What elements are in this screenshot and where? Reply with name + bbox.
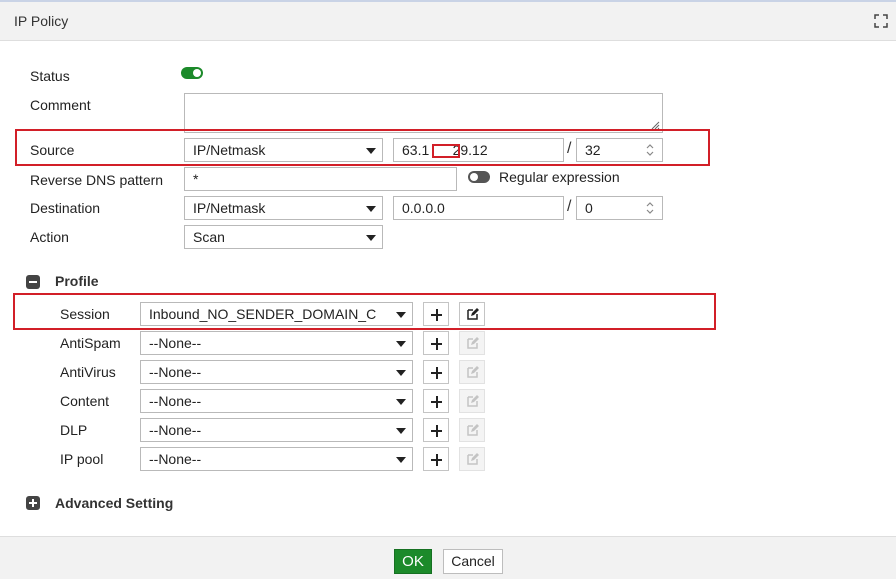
plus-icon: [435, 425, 438, 437]
destination-type-value: IP/Netmask: [193, 200, 266, 216]
profile-row-select[interactable]: --None--: [140, 360, 413, 384]
plus-icon: [435, 367, 438, 379]
edit-icon: [467, 337, 479, 349]
profile-row-select[interactable]: --None--: [140, 389, 413, 413]
status-label: Status: [30, 68, 70, 84]
destination-slash: /: [567, 198, 572, 215]
regex-toggle[interactable]: [468, 171, 490, 183]
edit-icon: [467, 453, 479, 465]
profile-row-label: AntiSpam: [60, 335, 121, 351]
edit-button[interactable]: [459, 447, 485, 471]
chevron-down-icon: [396, 428, 406, 434]
reverse-dns-label: Reverse DNS pattern: [30, 172, 164, 188]
profile-row-select[interactable]: --None--: [140, 331, 413, 355]
chevron-down-icon: [396, 341, 406, 347]
destination-label: Destination: [30, 200, 101, 216]
cancel-button[interactable]: Cancel: [443, 549, 503, 574]
edit-button[interactable]: [459, 418, 485, 442]
profile-row-value: --None--: [149, 364, 202, 380]
add-button[interactable]: [423, 418, 449, 442]
edit-button[interactable]: [459, 360, 485, 384]
ok-button[interactable]: OK: [394, 549, 432, 574]
add-button[interactable]: [423, 447, 449, 471]
regex-label: Regular expression: [499, 169, 620, 185]
chevron-down-icon: [366, 206, 376, 212]
dialog-title: IP Policy: [14, 13, 69, 29]
chevron-down-icon: [396, 457, 406, 463]
profile-row-value: --None--: [149, 451, 202, 467]
add-button[interactable]: [423, 360, 449, 384]
chevron-down-icon: [366, 235, 376, 241]
destination-ip-value: 0.0.0.0: [402, 200, 445, 216]
destination-mask-input[interactable]: 0: [576, 196, 663, 220]
profile-row-label: Content: [60, 393, 110, 409]
destination-type-select[interactable]: IP/Netmask: [184, 196, 383, 220]
profile-row-select[interactable]: --None--: [140, 447, 413, 471]
chevron-down-icon: [396, 399, 406, 405]
destination-mask-value: 0: [585, 200, 593, 216]
action-label: Action: [30, 229, 69, 245]
profile-row-value: --None--: [149, 393, 202, 409]
edit-icon: [467, 366, 479, 378]
source-highlight-box: [15, 129, 710, 166]
profile-row-label: AntiVirus: [60, 364, 116, 380]
advanced-section-label: Advanced Setting: [55, 495, 174, 511]
expand-icon[interactable]: [874, 14, 888, 28]
action-value: Scan: [193, 229, 225, 245]
plus-icon: [435, 454, 438, 466]
plus-icon: [435, 396, 438, 408]
plus-icon: [435, 338, 438, 350]
add-button[interactable]: [423, 389, 449, 413]
spinner-icon[interactable]: [644, 200, 656, 216]
profile-row-select[interactable]: --None--: [140, 418, 413, 442]
reverse-dns-input[interactable]: *: [184, 167, 457, 191]
chevron-down-icon: [396, 370, 406, 376]
expand-section-icon[interactable]: [26, 496, 40, 510]
status-toggle[interactable]: [181, 67, 203, 79]
destination-ip-input[interactable]: 0.0.0.0: [393, 196, 564, 220]
edit-button[interactable]: [459, 389, 485, 413]
profile-row-label: DLP: [60, 422, 88, 438]
comment-label: Comment: [30, 97, 91, 113]
add-button[interactable]: [423, 331, 449, 355]
profile-section-label: Profile: [55, 273, 99, 289]
session-highlight-box: [13, 293, 716, 330]
profile-row-label: IP pool: [60, 451, 104, 467]
profile-row-value: --None--: [149, 335, 202, 351]
edit-icon: [467, 424, 479, 436]
profile-row-value: --None--: [149, 422, 202, 438]
collapse-icon[interactable]: [26, 275, 40, 289]
comment-textarea[interactable]: [184, 93, 663, 133]
edit-icon: [467, 395, 479, 407]
reverse-dns-value: *: [193, 171, 199, 187]
dialog-titlebar: IP Policy: [0, 0, 896, 41]
edit-button[interactable]: [459, 331, 485, 355]
action-select[interactable]: Scan: [184, 225, 383, 249]
